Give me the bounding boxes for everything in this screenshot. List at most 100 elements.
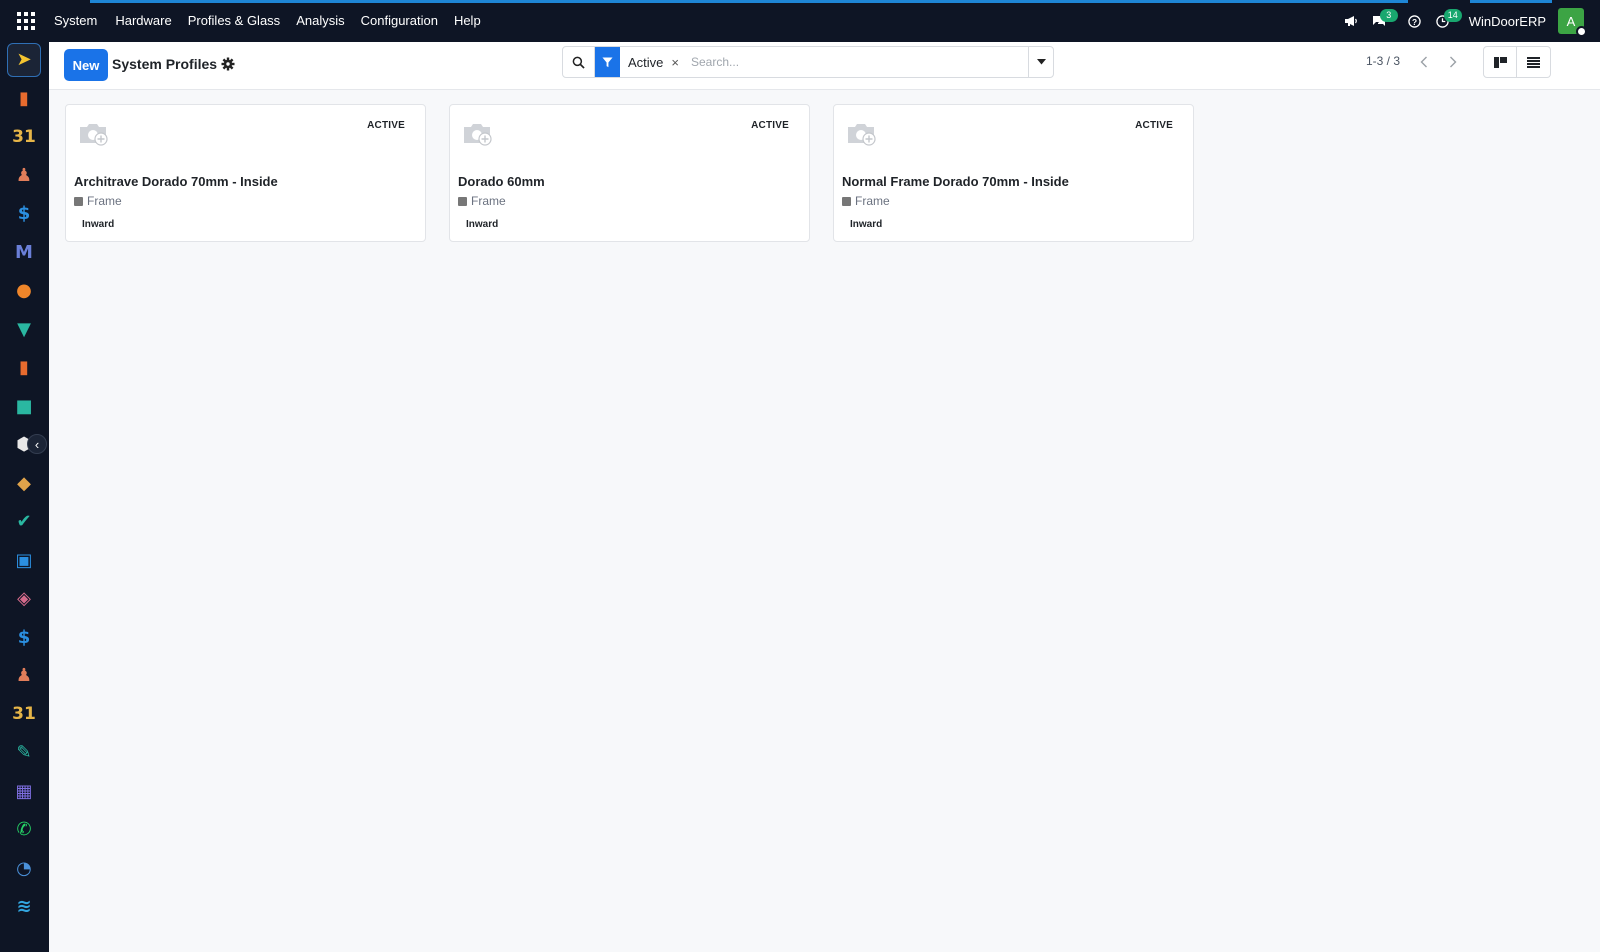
menu-help[interactable]: Help	[446, 0, 489, 42]
sales-chart-icon: ▮	[19, 87, 29, 109]
tasks-check-icon: ✔	[16, 511, 32, 532]
avatar-letter: A	[1566, 13, 1576, 29]
status-badge: ACTIVE	[1135, 120, 1173, 131]
dashboard-icon: ▦	[15, 780, 33, 802]
sidebar-app-invoicing-icon[interactable]: $	[7, 197, 41, 231]
category-color-square	[842, 196, 851, 206]
schedule-icon: 31	[12, 704, 36, 724]
pager-previous-icon[interactable]	[1411, 50, 1437, 74]
top-menu: System Hardware Profiles & Glass Analysi…	[46, 0, 489, 42]
menu-hardware[interactable]: Hardware	[107, 0, 179, 42]
sidebar-app-employees-icon[interactable]: ■	[7, 390, 41, 424]
project-icon: ◆	[17, 472, 31, 494]
kanban-card[interactable]: ACTIVE Dorado 60mm Frame Inward	[449, 104, 810, 242]
menu-profiles-glass[interactable]: Profiles & Glass	[180, 0, 288, 42]
navbar-systray: 3 ? 14 WinDoorERP A	[1337, 0, 1600, 42]
sidebar-app-billing-icon[interactable]: $	[7, 621, 41, 655]
caret-down-icon	[1036, 59, 1046, 65]
card-tag: Inward	[466, 219, 499, 230]
activities-badge: 14	[1443, 9, 1462, 22]
sidebar-app-project-icon[interactable]: ◆	[7, 467, 41, 501]
sidebar-app-email-marketing-icon[interactable]: M	[7, 236, 41, 270]
card-category: Frame	[842, 194, 890, 208]
svg-text:?: ?	[1412, 16, 1417, 26]
card-category-label: Frame	[87, 194, 122, 208]
help-icon[interactable]: ?	[1401, 0, 1429, 42]
card-category: Frame	[458, 194, 506, 208]
search-icon[interactable]	[563, 47, 595, 77]
sidebar-app-whatsapp-icon[interactable]: ✆	[7, 813, 41, 847]
kanban-card[interactable]: ACTIVE Normal Frame Dorado 70mm - Inside…	[833, 104, 1194, 242]
ebay-wave-icon: ≋	[16, 896, 32, 917]
sidebar-app-tasks-check-icon[interactable]: ✔	[7, 505, 41, 539]
contacts-icon: ♟	[15, 164, 33, 186]
package-icon: ◈	[17, 588, 31, 609]
new-button[interactable]: New	[64, 49, 108, 81]
sidebar-app-knowledge-icon[interactable]: ▣	[7, 544, 41, 578]
sidebar-app-timer-icon[interactable]: ◔	[7, 852, 41, 886]
card-category-label: Frame	[855, 194, 890, 208]
control-panel: New System Profiles Active × 1-3 / 3	[49, 42, 1600, 90]
app-grid-icon[interactable]	[14, 9, 38, 33]
knowledge-icon: ▣	[15, 549, 33, 571]
activity-clock-icon[interactable]: 14	[1429, 0, 1462, 42]
pager-value[interactable]: 1-3 / 3	[1366, 54, 1400, 68]
card-title: Normal Frame Dorado 70mm - Inside	[842, 174, 1069, 189]
status-badge: ACTIVE	[367, 120, 405, 131]
sidebar-app-discuss-icon[interactable]: ➤	[7, 43, 41, 77]
camera-plus-icon	[848, 124, 876, 146]
live-chat-icon: ●	[16, 280, 32, 301]
sidebar-collapse-icon[interactable]: ‹	[27, 434, 47, 454]
top-navbar: System Hardware Profiles & Glass Analysi…	[0, 0, 1600, 42]
category-color-square	[458, 196, 467, 206]
filter-facet: Active ×	[595, 47, 687, 77]
search-options-toggle[interactable]	[1028, 47, 1053, 77]
sidebar-app-ebay-wave-icon[interactable]: ≋	[7, 890, 41, 924]
page-title: System Profiles	[112, 56, 218, 72]
menu-analysis[interactable]: Analysis	[288, 0, 352, 42]
kanban-icon	[1493, 56, 1507, 68]
reporting-icon: ▮	[19, 357, 29, 378]
employees-icon: ■	[15, 395, 33, 417]
email-marketing-icon: M	[15, 241, 33, 263]
sidebar-app-inventory-icon[interactable]: ▼	[7, 313, 41, 347]
sidebar-app-live-chat-icon[interactable]: ●	[7, 274, 41, 308]
card-category: Frame	[74, 194, 122, 208]
menu-configuration[interactable]: Configuration	[353, 0, 446, 42]
user-avatar[interactable]: A	[1558, 8, 1587, 37]
sidebar-app-team-icon[interactable]: ♟	[7, 659, 41, 693]
card-tag: Inward	[82, 219, 115, 230]
team-icon: ♟	[15, 665, 33, 686]
list-view-button[interactable]	[1517, 46, 1551, 78]
sidebar-app-sign-icon[interactable]: ✎	[7, 736, 41, 770]
kanban-view-button[interactable]	[1483, 46, 1517, 78]
sidebar-app-calendar-icon[interactable]: 31	[7, 120, 41, 154]
company-switcher[interactable]: WinDoorERP	[1469, 14, 1546, 29]
camera-plus-icon	[464, 124, 492, 146]
navbar-accent-line	[90, 0, 1408, 3]
sidebar-app-schedule-icon[interactable]: 31	[7, 698, 41, 732]
card-tag: Inward	[850, 219, 883, 230]
messages-badge: 3	[1379, 9, 1398, 22]
apps-sidebar: ➤ ▮ 31 ♟ $ M ● ▼ ▮ ■ ⬢ ◆ ✔ ▣ ◈ $ ♟ 31 ✎ ▦ ✆ ◔ ≋	[0, 42, 49, 952]
sidebar-app-sales-chart-icon[interactable]: ▮	[7, 82, 41, 116]
search-input[interactable]	[687, 47, 1028, 77]
card-title: Architrave Dorado 70mm - Inside	[74, 174, 278, 189]
megaphone-icon[interactable]	[1337, 0, 1365, 42]
kanban-card[interactable]: ACTIVE Architrave Dorado 70mm - Inside F…	[65, 104, 426, 242]
sidebar-app-dashboard-icon[interactable]: ▦	[7, 775, 41, 809]
invoicing-icon: $	[17, 203, 31, 224]
inventory-icon: ▼	[17, 318, 31, 340]
pager-next-icon[interactable]	[1440, 50, 1466, 74]
remove-filter-icon[interactable]: ×	[671, 55, 687, 70]
sidebar-app-contacts-icon[interactable]: ♟	[7, 159, 41, 193]
sidebar-app-package-icon[interactable]: ◈	[7, 582, 41, 616]
card-category-label: Frame	[471, 194, 506, 208]
gear-icon[interactable]	[220, 56, 236, 72]
chat-icon[interactable]: 3	[1365, 0, 1398, 42]
discuss-icon: ➤	[16, 49, 32, 70]
sidebar-app-reporting-icon[interactable]: ▮	[7, 351, 41, 385]
camera-plus-icon	[80, 124, 108, 146]
menu-brand-system[interactable]: System	[46, 0, 107, 42]
search-bar: Active ×	[562, 46, 1054, 78]
